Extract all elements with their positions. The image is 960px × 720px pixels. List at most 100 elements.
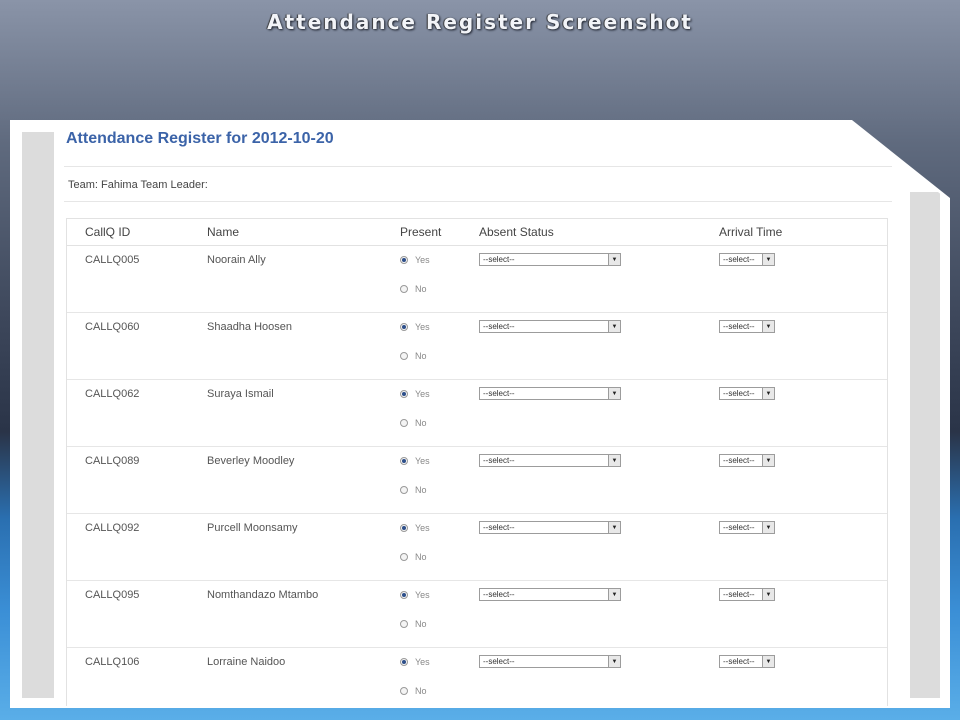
select-value: --select-- [483, 389, 515, 398]
present-radio-group: Yes No [382, 514, 479, 580]
table-row: CALLQ095 Nomthandazo Mtambo Yes No --sel… [67, 581, 887, 648]
callq-id: CALLQ062 [85, 388, 140, 400]
callq-id: CALLQ089 [85, 455, 140, 467]
table-header: CallQ ID Name Present Absent Status Arri… [67, 219, 887, 246]
present-radio-group: Yes No [382, 648, 479, 706]
table-row: CALLQ062 Suraya Ismail Yes No --select--… [67, 380, 887, 447]
chevron-down-icon[interactable]: ▼ [762, 589, 774, 600]
select-value: --select-- [483, 657, 515, 666]
arrival-time-select[interactable]: --select-- ▼ [719, 454, 775, 467]
present-radio-group: Yes No [382, 447, 479, 513]
radio-yes[interactable] [400, 524, 408, 532]
present-yes-option[interactable]: Yes [400, 252, 479, 268]
present-yes-option[interactable]: Yes [400, 453, 479, 469]
present-no-option[interactable]: No [400, 549, 479, 565]
chevron-down-icon[interactable]: ▼ [608, 589, 620, 600]
yes-label: Yes [415, 523, 430, 533]
arrival-time-select[interactable]: --select-- ▼ [719, 387, 775, 400]
absent-status-select[interactable]: --select-- ▼ [479, 588, 621, 601]
callq-id: CALLQ060 [85, 321, 140, 333]
chevron-down-icon[interactable]: ▼ [762, 656, 774, 667]
chevron-down-icon[interactable]: ▼ [762, 321, 774, 332]
select-value: --select-- [723, 657, 755, 666]
radio-yes[interactable] [400, 591, 408, 599]
arrival-time-select[interactable]: --select-- ▼ [719, 320, 775, 333]
screenshot-frame: Attendance Register for 2012-10-20 Team:… [10, 120, 950, 708]
header-callq-id: CallQ ID [85, 225, 131, 239]
left-scroll-panel [22, 132, 54, 698]
select-value: --select-- [723, 389, 755, 398]
absent-status-cell: --select-- ▼ [479, 313, 719, 379]
present-no-option[interactable]: No [400, 683, 479, 699]
radio-no[interactable] [400, 620, 408, 628]
chevron-down-icon[interactable]: ▼ [762, 254, 774, 265]
header-present: Present [400, 225, 442, 239]
select-value: --select-- [483, 590, 515, 599]
absent-status-select[interactable]: --select-- ▼ [479, 253, 621, 266]
absent-status-select[interactable]: --select-- ▼ [479, 387, 621, 400]
chevron-down-icon[interactable]: ▼ [762, 388, 774, 399]
radio-yes[interactable] [400, 457, 408, 465]
chevron-down-icon[interactable]: ▼ [762, 522, 774, 533]
present-radio-group: Yes No [382, 313, 479, 379]
arrival-time-select[interactable]: --select-- ▼ [719, 253, 775, 266]
radio-yes[interactable] [400, 323, 408, 331]
select-value: --select-- [483, 255, 515, 264]
absent-status-select[interactable]: --select-- ▼ [479, 655, 621, 668]
chevron-down-icon[interactable]: ▼ [608, 522, 620, 533]
present-yes-option[interactable]: Yes [400, 654, 479, 670]
absent-status-cell: --select-- ▼ [479, 648, 719, 706]
present-yes-option[interactable]: Yes [400, 520, 479, 536]
present-no-option[interactable]: No [400, 482, 479, 498]
present-yes-option[interactable]: Yes [400, 319, 479, 335]
present-yes-option[interactable]: Yes [400, 386, 479, 402]
present-no-option[interactable]: No [400, 616, 479, 632]
employee-name: Purcell Moonsamy [207, 522, 298, 534]
present-no-option[interactable]: No [400, 415, 479, 431]
radio-no[interactable] [400, 352, 408, 360]
employee-name: Beverley Moodley [207, 455, 295, 467]
arrival-time-select[interactable]: --select-- ▼ [719, 655, 775, 668]
present-yes-option[interactable]: Yes [400, 587, 479, 603]
callq-id: CALLQ095 [85, 589, 140, 601]
radio-no[interactable] [400, 285, 408, 293]
page-content: Attendance Register for 2012-10-20 Team:… [64, 128, 892, 706]
select-value: --select-- [483, 523, 515, 532]
chevron-down-icon[interactable]: ▼ [762, 455, 774, 466]
radio-yes[interactable] [400, 658, 408, 666]
arrival-time-select[interactable]: --select-- ▼ [719, 521, 775, 534]
radio-yes[interactable] [400, 390, 408, 398]
no-label: No [415, 619, 427, 629]
radio-no[interactable] [400, 486, 408, 494]
employee-name: Nomthandazo Mtambo [207, 589, 319, 601]
arrival-time-cell: --select-- ▼ [719, 313, 887, 379]
select-value: --select-- [723, 590, 755, 599]
chevron-down-icon[interactable]: ▼ [608, 455, 620, 466]
employee-name: Suraya Ismail [207, 388, 274, 400]
absent-status-cell: --select-- ▼ [479, 380, 719, 446]
callq-id: CALLQ092 [85, 522, 140, 534]
table-body: CALLQ005 Noorain Ally Yes No --select-- … [67, 246, 887, 706]
absent-status-select[interactable]: --select-- ▼ [479, 320, 621, 333]
screenshot-content: Attendance Register for 2012-10-20 Team:… [12, 122, 948, 706]
yes-label: Yes [415, 590, 430, 600]
arrival-time-cell: --select-- ▼ [719, 380, 887, 446]
absent-status-cell: --select-- ▼ [479, 246, 719, 312]
absent-status-select[interactable]: --select-- ▼ [479, 521, 621, 534]
radio-yes[interactable] [400, 256, 408, 264]
radio-no[interactable] [400, 553, 408, 561]
present-no-option[interactable]: No [400, 281, 479, 297]
absent-status-select[interactable]: --select-- ▼ [479, 454, 621, 467]
employee-name: Lorraine Naidoo [207, 656, 286, 668]
chevron-down-icon[interactable]: ▼ [608, 254, 620, 265]
present-no-option[interactable]: No [400, 348, 479, 364]
chevron-down-icon[interactable]: ▼ [608, 388, 620, 399]
right-scrollbar[interactable] [910, 192, 940, 698]
radio-no[interactable] [400, 419, 408, 427]
radio-no[interactable] [400, 687, 408, 695]
header-absent-status: Absent Status [479, 225, 554, 239]
arrival-time-select[interactable]: --select-- ▼ [719, 588, 775, 601]
chevron-down-icon[interactable]: ▼ [608, 656, 620, 667]
chevron-down-icon[interactable]: ▼ [608, 321, 620, 332]
absent-status-cell: --select-- ▼ [479, 514, 719, 580]
